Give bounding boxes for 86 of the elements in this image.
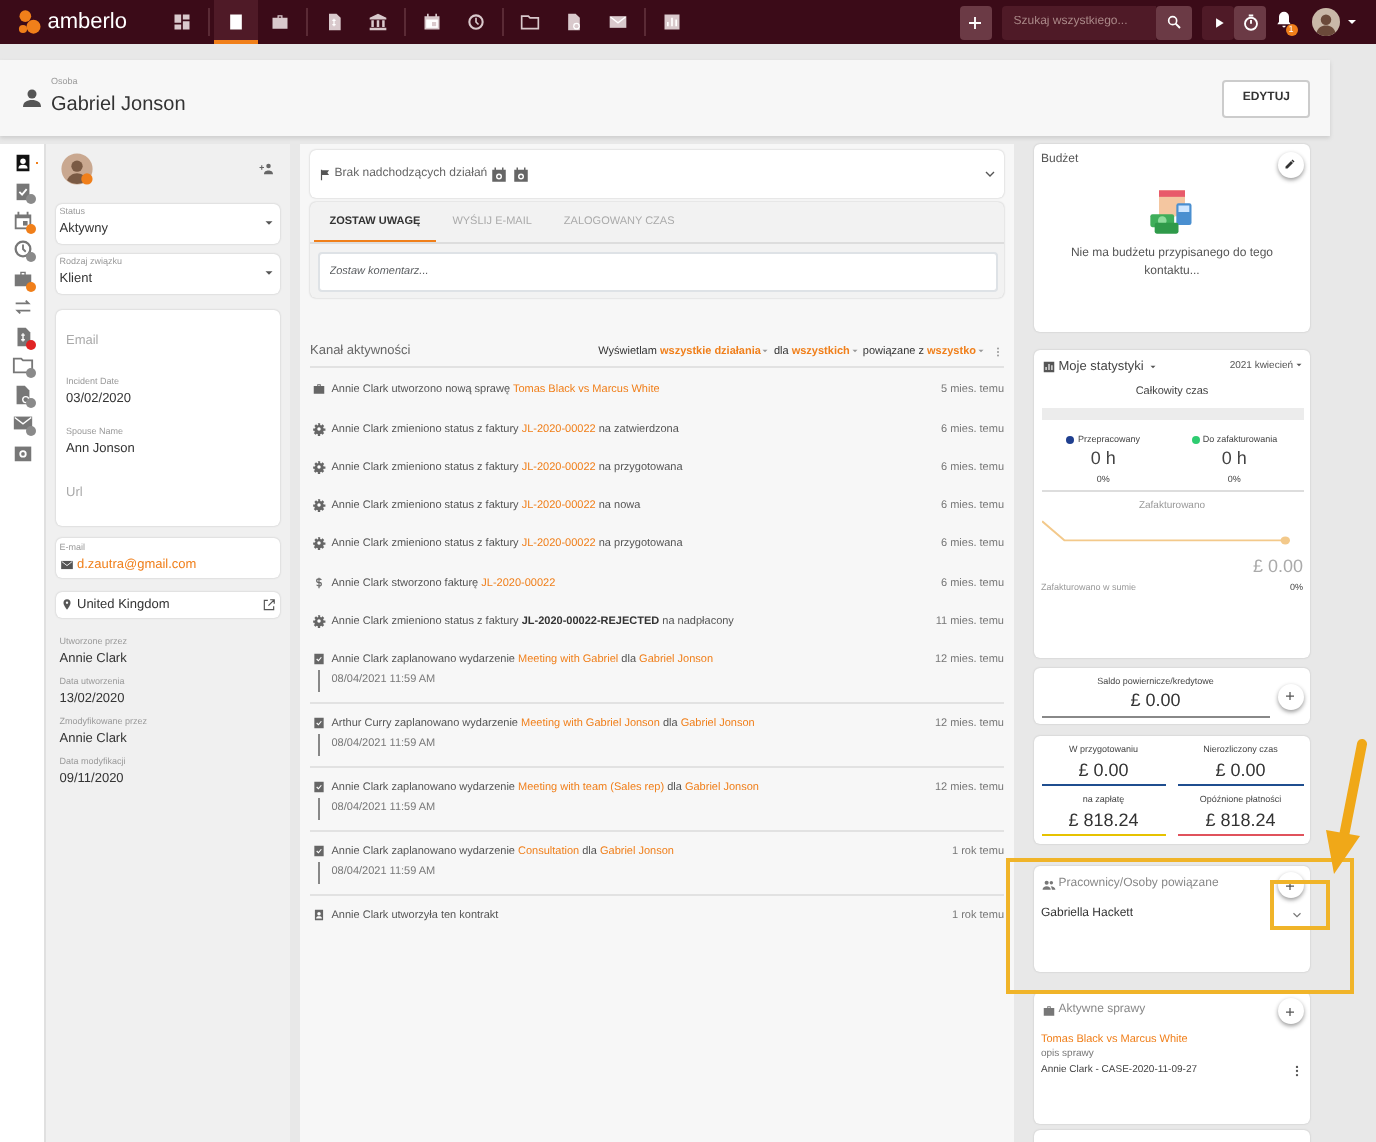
caret-icon	[849, 345, 860, 356]
briefcase-icon	[11, 267, 33, 289]
budget-drawing	[1146, 185, 1198, 237]
add-button[interactable]	[959, 5, 991, 39]
timer-icon	[1241, 13, 1259, 31]
mail-icon	[608, 12, 628, 32]
caret-icon	[262, 216, 277, 230]
plus-icon	[1284, 879, 1296, 892]
plus-icon	[966, 13, 984, 31]
clipboard-tab[interactable]	[11, 180, 33, 202]
avatar[interactable]	[1312, 8, 1341, 36]
contact-name: Gabriel Jonson	[51, 91, 186, 120]
clipboard-check-icon	[312, 652, 326, 666]
calendar-icon	[422, 12, 442, 32]
brand-name: amberlo	[47, 7, 127, 38]
dashboard-icon	[172, 12, 192, 32]
timer-button[interactable]	[1234, 5, 1266, 39]
search-icon	[1165, 14, 1182, 30]
transfer-icon	[11, 296, 33, 318]
pencil-icon	[1284, 158, 1296, 170]
caret-icon	[760, 345, 771, 356]
bank-icon	[368, 12, 388, 32]
play-icon	[1211, 15, 1225, 29]
edit-button[interactable]	[1277, 151, 1303, 177]
chevron-icon[interactable]	[1289, 907, 1303, 922]
billed-total: £ 0.00	[1252, 554, 1303, 581]
chart-icon	[1041, 359, 1055, 374]
clipboard-icon	[11, 180, 33, 202]
caret-icon	[262, 266, 277, 280]
logo-icon	[16, 8, 44, 36]
balance-amount: £ 0.00	[1041, 688, 1270, 718]
calendar-icon	[11, 209, 33, 231]
calendar-icon[interactable]	[512, 165, 531, 183]
person-icon	[20, 86, 44, 110]
settings-icon	[11, 441, 33, 463]
clipboard-check-icon	[312, 844, 326, 858]
hours-value: 0 h	[1221, 446, 1247, 473]
gear-icon	[312, 498, 326, 512]
flag-icon	[317, 167, 331, 181]
clipboard-check-icon	[312, 780, 326, 794]
mail-icon	[11, 412, 33, 434]
history-icon	[11, 238, 33, 260]
document-icon	[564, 12, 584, 32]
document-icon	[11, 383, 33, 405]
caret-icon[interactable]	[1344, 14, 1360, 30]
summary-amount: £ 0.00	[1178, 757, 1303, 786]
invoice-icon	[324, 12, 344, 32]
settings-tab[interactable]	[11, 441, 33, 463]
people-icon	[1041, 878, 1055, 893]
folder-icon	[11, 354, 33, 376]
caret-icon	[1147, 361, 1158, 372]
briefcase-icon	[312, 382, 326, 397]
annotation-arrow	[1326, 739, 1367, 874]
add-person-icon[interactable]	[258, 160, 277, 178]
gear-icon	[312, 536, 326, 551]
bell-icon[interactable]	[1273, 10, 1293, 31]
calendar-icon[interactable]	[490, 165, 509, 183]
chevron-icon[interactable]	[981, 166, 997, 182]
clipboard-check-icon	[312, 716, 326, 730]
summary-amount: £ 818.24	[1178, 807, 1303, 837]
briefcase-icon	[270, 12, 290, 32]
briefcase-icon	[1041, 1004, 1055, 1019]
contact-card-icon	[11, 151, 33, 173]
contact-card-icon	[312, 908, 326, 922]
caret-icon	[1293, 359, 1303, 370]
contact-card-tab[interactable]	[11, 151, 33, 173]
folder-icon	[520, 12, 540, 32]
contact-card-icon	[226, 12, 246, 32]
caret-icon	[976, 345, 986, 356]
chart-icon	[662, 12, 682, 32]
play-button[interactable]	[1202, 5, 1234, 39]
dollar-icon	[312, 575, 326, 589]
gear-icon	[312, 421, 326, 435]
external-link-icon[interactable]	[262, 598, 277, 613]
avatar	[59, 152, 94, 186]
plus-icon	[1284, 1005, 1296, 1018]
history-icon	[466, 12, 486, 32]
search-button[interactable]	[1155, 5, 1192, 39]
transfer-tab[interactable]	[11, 296, 33, 318]
summary-amount: £ 0.00	[1041, 757, 1166, 786]
contact-card-tab[interactable]	[214, 0, 258, 44]
hours-value: 0 h	[1090, 446, 1116, 473]
summary-amount: £ 818.24	[1041, 807, 1166, 837]
plus-icon	[1284, 690, 1296, 703]
gear-icon	[312, 613, 326, 628]
gear-icon	[312, 459, 326, 474]
